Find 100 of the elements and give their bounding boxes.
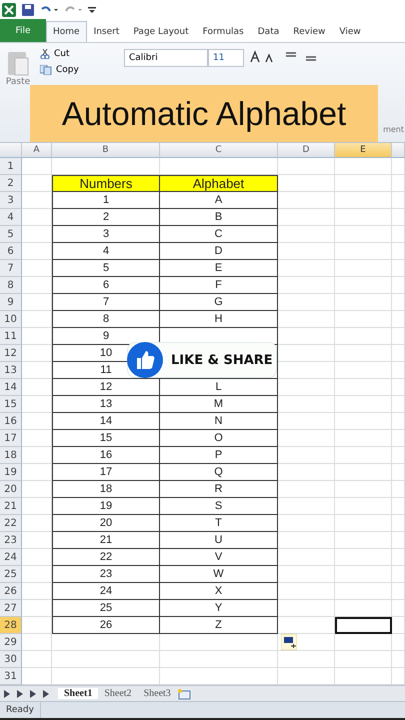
table-cell [278, 226, 335, 243]
sheet-tab[interactable]: Sheet1 [58, 688, 98, 699]
row-header[interactable]: 8 [0, 277, 22, 294]
save-icon[interactable] [22, 4, 34, 16]
row-header[interactable]: 24 [0, 549, 22, 566]
row-header[interactable]: 18 [0, 447, 22, 464]
table-cell [278, 345, 335, 362]
column-header[interactable]: D [278, 143, 335, 158]
table-cell: E [160, 260, 278, 277]
column-header[interactable]: E [335, 143, 392, 158]
table-cell: Q [160, 464, 278, 481]
ribbon-tab[interactable]: Insert [86, 21, 126, 42]
sheet-tab[interactable]: Sheet2 [98, 688, 138, 699]
table-cell [335, 532, 392, 549]
table-cell [22, 328, 52, 345]
row-header[interactable]: 7 [0, 260, 22, 277]
table-cell: 15 [52, 430, 160, 447]
table-cell [22, 464, 52, 481]
table-cell: U [160, 532, 278, 549]
customize-menu-icon[interactable] [88, 5, 96, 15]
row-header[interactable]: 16 [0, 413, 22, 430]
row-header[interactable]: 15 [0, 396, 22, 413]
row-header[interactable]: 31 [0, 668, 22, 685]
font-size-field[interactable]: 11 [208, 49, 244, 67]
column-header[interactable]: C [160, 143, 278, 158]
row-header[interactable]: 1 [0, 158, 22, 175]
ribbon-tab[interactable]: View [332, 21, 368, 42]
row-header[interactable]: 4 [0, 209, 22, 226]
copy-icon [40, 65, 52, 75]
row-header[interactable]: 26 [0, 583, 22, 600]
table-cell [22, 413, 52, 430]
table-cell [392, 328, 405, 345]
row-header[interactable]: 27 [0, 600, 22, 617]
row-header[interactable]: 25 [0, 566, 22, 583]
row-header[interactable]: 11 [0, 328, 22, 345]
row-header[interactable]: 19 [0, 464, 22, 481]
row-header[interactable]: 23 [0, 532, 22, 549]
table-cell [335, 430, 392, 447]
table-cell: 17 [52, 464, 160, 481]
table-cell: 13 [52, 396, 160, 413]
clipboard-icon[interactable] [7, 49, 29, 77]
row-header[interactable]: 17 [0, 430, 22, 447]
copy-button[interactable]: Copy [40, 65, 118, 75]
table-cell: F [160, 277, 278, 294]
row-header[interactable]: 9 [0, 294, 22, 311]
table-cell [22, 192, 52, 209]
row-header[interactable]: 14 [0, 379, 22, 396]
active-cell[interactable] [335, 617, 392, 634]
table-cell [392, 651, 405, 668]
table-cell: N [160, 413, 278, 430]
font-name-field[interactable]: Calibri [124, 49, 208, 67]
group-label: ment [383, 125, 404, 134]
paste-label[interactable]: Paste [6, 77, 30, 87]
ribbon-tab[interactable]: Formulas [196, 21, 251, 42]
table-cell [278, 651, 335, 668]
row-header[interactable]: 3 [0, 192, 22, 209]
ribbon-tab[interactable]: Home [46, 21, 87, 42]
table-cell [278, 600, 335, 617]
row-header[interactable]: 5 [0, 226, 22, 243]
row-header[interactable]: 28 [0, 617, 22, 634]
ribbon-tab[interactable]: Page Layout [126, 21, 196, 42]
paste-options-icon[interactable] [281, 634, 297, 650]
table-cell: 3 [52, 226, 160, 243]
column-header[interactable]: B [52, 143, 160, 158]
ribbon-tab[interactable]: Data [250, 21, 286, 42]
table-cell [278, 192, 335, 209]
table-cell [22, 209, 52, 226]
new-sheet-icon[interactable] [176, 688, 191, 700]
row-header[interactable]: 10 [0, 311, 22, 328]
table-cell [278, 158, 335, 175]
row-header[interactable]: 12 [0, 345, 22, 362]
table-cell [278, 175, 335, 192]
excel-logo-icon[interactable] [2, 3, 16, 17]
row-header[interactable]: 13 [0, 362, 22, 379]
sheet-tab[interactable]: Sheet3 [138, 688, 177, 699]
table-cell [335, 464, 392, 481]
table-cell: 16 [52, 447, 160, 464]
table-cell [392, 277, 405, 294]
column-header[interactable]: A [22, 143, 52, 158]
like-share-button[interactable]: LIKE & SHARE [127, 342, 277, 378]
table-cell [335, 362, 392, 379]
table-cell: 1 [52, 192, 160, 209]
table-cell: X [160, 583, 278, 600]
table-cell [335, 277, 392, 294]
cut-button[interactable]: Cut [40, 49, 118, 59]
table-cell [22, 600, 52, 617]
row-header[interactable]: 21 [0, 498, 22, 515]
table-cell [392, 583, 405, 600]
table-cell [278, 362, 335, 379]
row-header[interactable]: 29 [0, 634, 22, 651]
table-cell: 25 [52, 600, 160, 617]
table-cell [335, 345, 392, 362]
row-header[interactable]: 22 [0, 515, 22, 532]
row-header[interactable]: 20 [0, 481, 22, 498]
ribbon-tab[interactable]: File [0, 19, 46, 42]
row-header[interactable]: 6 [0, 243, 22, 260]
row-header[interactable]: 30 [0, 651, 22, 668]
ribbon-tab[interactable]: Review [286, 21, 332, 42]
title-banner: Automatic Alphabet [30, 85, 378, 142]
row-header[interactable]: 2 [0, 175, 22, 192]
